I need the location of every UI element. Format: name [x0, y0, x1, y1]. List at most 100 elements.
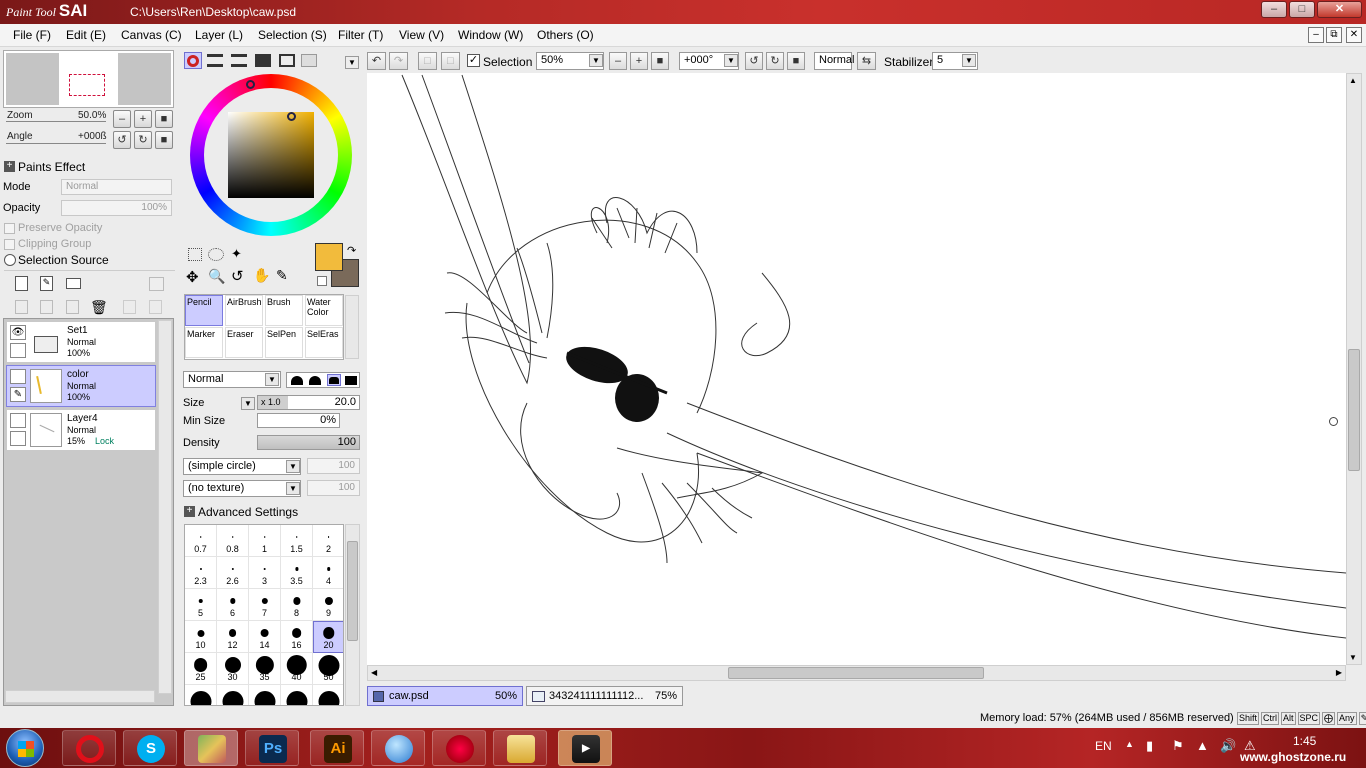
size-slider[interactable]: x 1.0 20.0 [257, 395, 360, 410]
new-set-icon[interactable] [66, 278, 81, 289]
selpen-tool[interactable]: SelPen [265, 327, 303, 358]
drawing-canvas[interactable] [367, 73, 1346, 665]
airbrush-tool[interactable]: AirBrush [225, 295, 263, 326]
taskbar-app-ccleaner[interactable] [432, 730, 486, 766]
scroll-right-icon[interactable]: ▶ [1336, 668, 1342, 677]
vertical-scroll-thumb[interactable] [1348, 349, 1360, 471]
layer-list-hscrollbar[interactable] [5, 690, 155, 703]
show-hidden-icons[interactable]: ▲ [1125, 739, 1134, 749]
advanced-settings-label[interactable]: Advanced Settings [198, 505, 298, 519]
brush-size-cell[interactable]: 2.3 [185, 557, 217, 589]
menu-view[interactable]: View (V) [399, 28, 444, 42]
brush-size-cell[interactable]: 40 [281, 653, 313, 685]
rotate-right-button[interactable]: ↻ [134, 131, 152, 149]
marker-tool[interactable]: Marker [185, 327, 223, 358]
visibility-toggle[interactable] [10, 413, 26, 428]
invert-selection-button[interactable]: □ [441, 52, 460, 70]
menu-file[interactable]: File (F) [13, 28, 51, 42]
chevron-down-icon[interactable]: ▼ [286, 482, 300, 495]
brush-size-cell[interactable] [313, 685, 343, 705]
tool-grid-scrollbar[interactable] [345, 295, 359, 359]
min-size-slider[interactable]: 0% [257, 413, 340, 428]
menu-window[interactable]: Window (W) [458, 28, 523, 42]
primary-color-swatch[interactable] [315, 243, 343, 271]
network-icon[interactable]: ▮ [1146, 738, 1153, 754]
brush-size-cell[interactable]: 3 [249, 557, 281, 589]
shape-strength[interactable]: 100 [307, 458, 360, 474]
scratchpad-tab[interactable] [279, 54, 295, 67]
redo-button[interactable]: ↷ [389, 52, 408, 70]
seleras-tool[interactable]: SelEras [305, 327, 343, 358]
chevron-down-icon[interactable]: ▼ [286, 460, 300, 473]
texture-dropdown[interactable]: (no texture) [183, 480, 301, 497]
canvas-vertical-scrollbar[interactable]: ▲ ▼ [1346, 73, 1362, 665]
visibility-toggle[interactable] [10, 369, 26, 384]
selection-checkbox[interactable]: ✓ [467, 54, 480, 67]
layer-list-scrollbar[interactable] [158, 320, 172, 694]
toolbar-zoom-out-button[interactable]: – [609, 52, 627, 70]
menu-filter[interactable]: Filter (T) [338, 28, 383, 42]
taskbar-app-sai[interactable] [184, 730, 238, 766]
taskbar-app-media[interactable]: ▶ [558, 730, 612, 766]
brush-edit-icon[interactable]: ✎ [10, 387, 26, 402]
zoom-reset-button[interactable]: ■ [155, 110, 173, 128]
close-button[interactable]: ✕ [1317, 1, 1362, 18]
brush-grid-scrollbar[interactable] [345, 524, 360, 706]
minimize-button[interactable]: – [1261, 1, 1287, 18]
brush-shape-dropdown[interactable]: (simple circle) [183, 458, 301, 475]
brush-size-cell[interactable]: 1.5 [281, 525, 313, 557]
brush-size-cell[interactable]: 16 [281, 621, 313, 653]
brush-tool[interactable]: Brush [265, 295, 303, 326]
merge-down-icon[interactable] [40, 300, 53, 314]
brush-size-cell[interactable]: 3.5 [281, 557, 313, 589]
brush-size-cell[interactable] [217, 685, 249, 705]
swap-colors-icon[interactable]: ↷ [347, 244, 356, 257]
brush-size-cell[interactable]: 2 [313, 525, 343, 557]
mode-dropdown[interactable]: Normal [61, 179, 172, 195]
layer-item[interactable]: Layer4 Normal 15% Lock [6, 409, 156, 451]
swatches-tab[interactable] [255, 54, 271, 67]
rotate-left-button[interactable]: ↺ [113, 131, 131, 149]
merge-visible-icon[interactable] [149, 300, 162, 314]
deselect-button[interactable]: □ [418, 52, 437, 70]
brush-size-cell[interactable] [281, 685, 313, 705]
flip-horizontal-button[interactable]: ⇆ [857, 52, 876, 70]
scroll-down-icon[interactable]: ▼ [1349, 653, 1357, 662]
pencil-tool[interactable]: Pencil [185, 295, 223, 326]
rotate-reset-button[interactable]: ■ [155, 131, 173, 149]
zoom-in-button[interactable]: + [134, 110, 152, 128]
preserve-opacity-checkbox[interactable] [4, 223, 15, 234]
view-mode-dropdown[interactable]: Normal [814, 52, 854, 70]
zoom-out-button[interactable]: – [113, 110, 131, 128]
eraser-tool[interactable]: Eraser [225, 327, 263, 358]
transparent-color-icon[interactable] [317, 276, 327, 286]
toolbar-rotate-left-button[interactable]: ↺ [745, 52, 763, 70]
rect-select-icon[interactable] [188, 248, 202, 261]
brush-size-cell[interactable]: 25 [185, 653, 217, 685]
brush-size-cell[interactable]: 14 [249, 621, 281, 653]
zoom-tool-icon[interactable]: 🔍 [208, 268, 225, 285]
hsv-slider-tab[interactable] [231, 54, 247, 67]
eye-icon[interactable]: 👁 [10, 325, 26, 340]
density-slider[interactable]: 100 [257, 435, 360, 450]
brush-size-cell[interactable]: 20 [313, 621, 343, 653]
opacity-slider[interactable]: 100% [61, 200, 172, 216]
brush-size-cell[interactable]: 10 [185, 621, 217, 653]
trash-icon[interactable]: 🗑 [90, 299, 108, 316]
brush-edge-hardness[interactable] [286, 372, 360, 388]
doc-tab-caw[interactable]: caw.psd 50% [367, 686, 523, 706]
toolbar-rotate-right-button[interactable]: ↻ [766, 52, 784, 70]
brush-size-cell[interactable] [185, 685, 217, 705]
toolbar-zoom-in-button[interactable]: + [630, 52, 648, 70]
brush-size-cell[interactable] [249, 685, 281, 705]
layer-item[interactable]: ✎ color Normal 100% [6, 365, 156, 407]
start-button[interactable] [6, 729, 44, 767]
color-wheel-tab[interactable] [184, 52, 202, 69]
eyedropper-icon[interactable]: ✎ [276, 267, 288, 284]
new-layer-icon[interactable] [15, 276, 28, 291]
lock-toggle[interactable] [10, 431, 26, 446]
brush-size-cell[interactable]: 12 [217, 621, 249, 653]
taskbar-app-browser[interactable] [371, 730, 425, 766]
maximize-button[interactable]: □ [1289, 1, 1315, 18]
scroll-up-icon[interactable]: ▲ [1349, 76, 1357, 85]
